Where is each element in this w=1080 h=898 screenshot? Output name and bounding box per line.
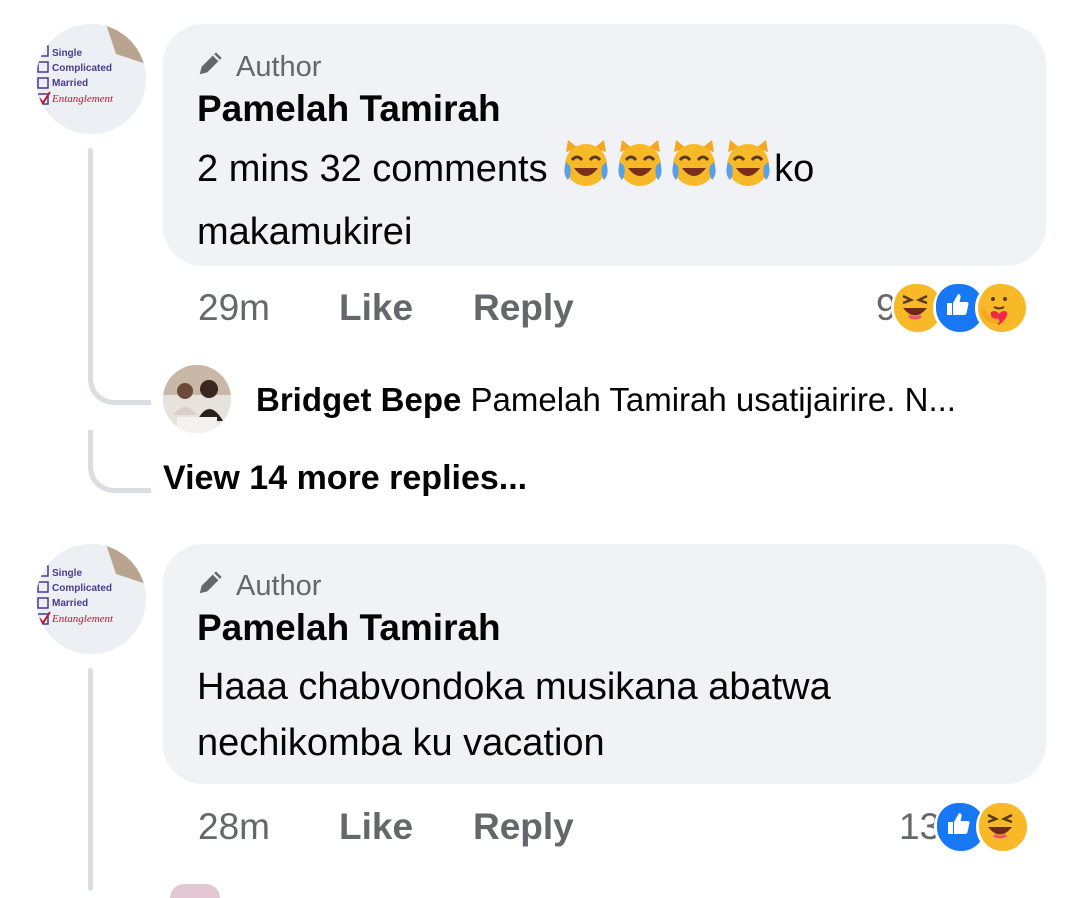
thread-connector [88,340,151,405]
avatar-text-3: Married [52,598,88,609]
like-button[interactable]: Like [339,806,413,848]
next-reply-avatar [170,884,220,898]
avatar-text-2: Complicated [52,63,112,74]
avatar-text-3: Married [52,78,88,89]
reply-avatar[interactable] [163,365,231,433]
avatar-image: Single Complicated Married Entanglement [36,24,146,134]
avatar-text-1: Single [52,48,82,59]
author-badge-label: Author [236,569,322,602]
reaction-summary[interactable]: 13 [899,800,1031,854]
comment-text: 2 mins 32 comments ko makamukirei [197,138,1017,260]
comment-timestamp[interactable]: 28m [198,806,270,848]
avatar-image: Single Complicated Married Entanglement [36,544,146,654]
comment-timestamp[interactable]: 29m [198,287,270,329]
avatar-text-2: Complicated [52,583,112,594]
commenter-name[interactable]: Pamelah Tamirah [197,607,501,649]
pencil-icon [196,567,226,605]
avatar-text-4: Entanglement [51,613,114,625]
reaction-summary[interactable]: 9 [876,281,1029,335]
reply-author-name[interactable]: Bridget Bepe [256,381,461,418]
thread-connector [88,430,151,493]
comment-text-line1: Haaa chabvondoka musikana abatwa [197,666,831,708]
author-badge-label: Author [236,50,322,83]
reply-preview-text: Pamelah Tamirah usatijairire. N... [470,381,956,418]
care-icon [974,281,1029,335]
author-badge: Author [196,567,321,605]
cat-joy-emoji-icon [612,138,668,204]
reply-preview[interactable]: Bridget Bepe Pamelah Tamirah usatijairir… [256,381,956,419]
comment-text: Haaa chabvondoka musikana abatwa nechiko… [197,659,1017,771]
reply-avatar-image [163,365,231,433]
commenter-avatar[interactable]: Single Complicated Married Entanglement [36,24,146,134]
comment-text-line2: makamukirei [197,211,413,253]
comment-text-line1: 2 mins 32 comments [197,148,548,191]
avatar-text-1: Single [52,568,82,579]
pencil-icon [196,48,226,86]
laugh-icon [976,800,1031,854]
reply-button[interactable]: Reply [473,287,574,329]
commenter-avatar[interactable]: Single Complicated Married Entanglement [36,544,146,654]
reply-button[interactable]: Reply [473,806,574,848]
thread-line [88,668,93,891]
commenter-name[interactable]: Pamelah Tamirah [197,88,501,130]
cat-joy-emoji-icon [720,138,776,204]
cat-joy-emoji-icon [666,138,722,204]
comment-text-tail: ko [774,148,815,191]
like-button[interactable]: Like [339,287,413,329]
comment-text-line2: nechikomba ku vacation [197,722,605,764]
author-badge: Author [196,48,321,86]
avatar-text-4: Entanglement [51,93,114,105]
view-more-replies-link[interactable]: View 14 more replies... [163,459,527,498]
cat-joy-emoji-icon [558,138,614,204]
